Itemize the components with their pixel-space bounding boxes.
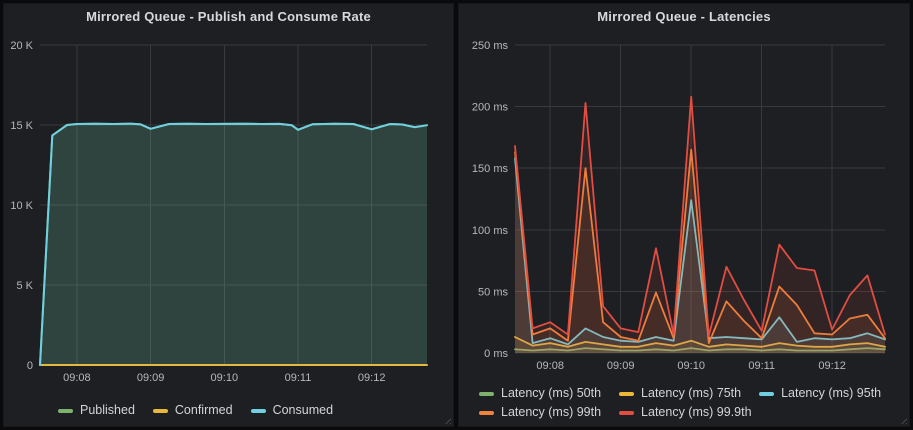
legend-row: Latency (ms) 99th Latency (ms) 99.9th: [479, 404, 881, 421]
legend-label: Latency (ms) 99.9th: [641, 404, 751, 421]
y-axis-tick-label: 50 ms: [478, 286, 508, 298]
legend-label: Latency (ms) 99th: [501, 404, 601, 421]
latency-chart-legend: Latency (ms) 50th Latency (ms) 75th Latenc…: [479, 385, 881, 421]
legend-item-latency-ms-50th[interactable]: Latency (ms) 50th: [479, 385, 601, 402]
y-axis-tick-label: 0: [27, 360, 33, 372]
rate-chart-legend: Published Confirmed Consumed: [58, 402, 333, 419]
rate-chart-plot: 0 5 K 10 K 15 K 20 K 09:08 09:09 09:10 09:11 09:1…: [4, 4, 453, 426]
series-area-consumed: [40, 124, 427, 365]
legend-swatch: [251, 409, 266, 413]
y-axis-tick-label: 250 ms: [472, 40, 509, 52]
x-axis-tick-label: 09:09: [607, 360, 635, 372]
y-axis-tick-label: 200 ms: [472, 102, 509, 114]
panel-publish-consume-rate: Mirrored Queue - Publish and Consume Rat…: [3, 3, 454, 427]
y-axis-tick-label: 20 K: [10, 40, 33, 52]
x-axis-tick-label: 09:10: [677, 360, 705, 372]
legend-row: Latency (ms) 50th Latency (ms) 75th Latenc…: [479, 385, 881, 402]
legend-swatch: [619, 392, 634, 396]
legend-item-published[interactable]: Published: [58, 402, 135, 419]
legend-item-latency-ms-99-9th[interactable]: Latency (ms) 99.9th: [619, 404, 751, 421]
y-axis-tick-label: 5 K: [16, 280, 33, 292]
x-axis-tick-label: 09:09: [137, 372, 165, 384]
legend-label: Consumed: [273, 402, 333, 419]
y-axis-tick-label: 0 ms: [484, 348, 508, 360]
legend-label: Published: [80, 402, 135, 419]
legend-item-latency-ms-99th[interactable]: Latency (ms) 99th: [479, 404, 601, 421]
legend-swatch: [153, 409, 168, 413]
legend-label: Latency (ms) 75th: [641, 385, 741, 402]
latency-chart-plot: 0 ms 50 ms 100 ms 150 ms 200 ms 250 ms 09:08 09…: [459, 4, 909, 426]
x-axis-tick-label: 09:12: [818, 360, 846, 372]
y-axis-tick-label: 10 K: [10, 200, 33, 212]
legend-label: Confirmed: [175, 402, 233, 419]
x-axis-tick-label: 09:12: [358, 372, 386, 384]
legend-swatch: [619, 411, 634, 415]
panel-latencies: Mirrored Queue - Latencies 0 ms50 ms100 …: [458, 3, 910, 427]
x-axis-tick-label: 09:11: [285, 372, 312, 384]
legend-item-consumed[interactable]: Consumed: [251, 402, 333, 419]
legend-swatch: [759, 392, 774, 396]
legend-label: Latency (ms) 50th: [501, 385, 601, 402]
legend-item-latency-ms-75th[interactable]: Latency (ms) 75th: [619, 385, 741, 402]
x-axis-tick-label: 09:08: [63, 372, 91, 384]
legend-item-latency-ms-95th[interactable]: Latency (ms) 95th: [759, 385, 881, 402]
legend-row: Published Confirmed Consumed: [58, 402, 333, 419]
legend-swatch: [479, 411, 494, 415]
legend-swatch: [58, 409, 73, 413]
y-axis-tick-label: 100 ms: [472, 225, 509, 237]
y-axis-tick-label: 150 ms: [472, 163, 509, 175]
legend-item-confirmed[interactable]: Confirmed: [153, 402, 233, 419]
x-axis-tick-label: 09:08: [536, 360, 564, 372]
legend-label: Latency (ms) 95th: [781, 385, 881, 402]
y-axis-tick-label: 15 K: [10, 120, 33, 132]
x-axis-tick-label: 09:11: [748, 360, 775, 372]
x-axis-tick-label: 09:10: [211, 372, 239, 384]
legend-swatch: [479, 392, 494, 396]
